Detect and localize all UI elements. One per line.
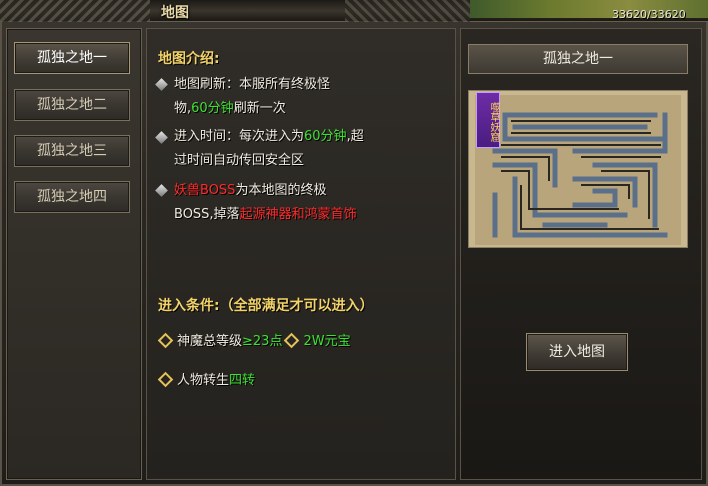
map-badge: 噬草妖窟 (476, 92, 500, 148)
refresh-text: 地图刷新：本服所有终极怪 物,60分钟刷新一次 (174, 77, 331, 116)
conditions-title: 进入条件:（全部满足才可以进入） (158, 298, 374, 314)
window-title: 地图 (161, 5, 189, 21)
window-title-bar: 地图 33620/33620 (0, 0, 708, 22)
entry-time-text: 进入时间：每次进入为60分钟,超 过时间自动传回安全区 (174, 129, 364, 168)
map-tab-2[interactable]: 孤独之地二 (14, 89, 130, 121)
enter-map-button[interactable]: 进入地图 (526, 333, 628, 371)
maze-map-image (468, 90, 688, 248)
map-tab-4[interactable]: 孤独之地四 (14, 181, 130, 213)
diamond-icon (157, 332, 174, 349)
condition-rebirth-row: 人物转生四转 (156, 370, 255, 392)
boss-text: 妖兽BOSS为本地图的终极 BOSS,掉落起源神器和鸿蒙首饰 (174, 183, 357, 222)
map-tab-1[interactable]: 孤独之地一 (14, 42, 130, 74)
map-tab-3[interactable]: 孤独之地三 (14, 135, 130, 167)
intro-title: 地图介绍: (158, 51, 220, 67)
dragon-ornament-right (345, 0, 470, 22)
diamond-icon (157, 371, 174, 388)
condition-level-row: 神魔总等级≥23点 2W元宝 (156, 331, 351, 353)
diamond-icon (284, 332, 300, 349)
preview-map-name: 孤独之地一 (468, 44, 688, 74)
dragon-ornament-left (0, 0, 150, 22)
hp-readout: 33620/33620 (612, 8, 686, 21)
